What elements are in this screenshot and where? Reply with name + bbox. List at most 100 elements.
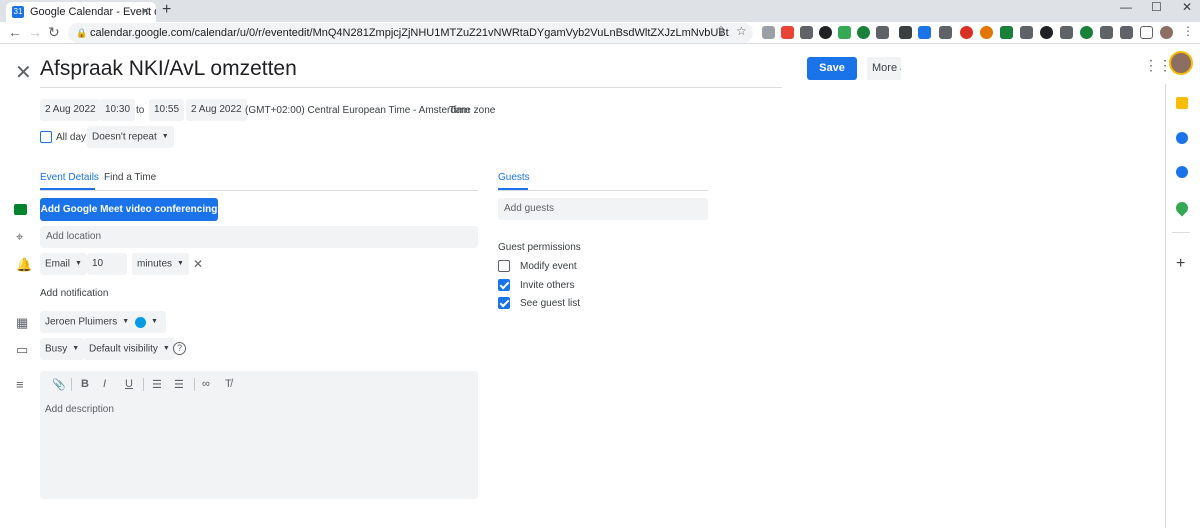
phone-extension-icon[interactable] (838, 26, 851, 39)
rail-divider (1172, 232, 1190, 233)
chevron-down-icon: ▼ (177, 260, 184, 267)
start-date-field[interactable]: 2 Aug 2022 (40, 99, 101, 121)
chevron-down-icon: ▼ (72, 345, 80, 352)
visibility-dropdown[interactable]: Default visibility ▼ (84, 338, 175, 360)
extension-icon[interactable] (918, 26, 931, 39)
add-meet-button[interactable]: Add Google Meet video conferencing (40, 198, 218, 221)
modify-event-checkbox[interactable] (498, 260, 510, 272)
extension-icon[interactable] (1100, 26, 1113, 39)
start-time-field[interactable]: 10:30 (100, 99, 136, 121)
bulleted-list-icon[interactable]: ☰ (174, 378, 184, 391)
guests-tab-divider (498, 190, 708, 191)
italic-icon[interactable]: I (103, 378, 106, 390)
see-guest-list-checkbox[interactable] (498, 297, 510, 309)
notification-unit-value: minutes (137, 258, 173, 270)
account-avatar[interactable] (1169, 51, 1193, 75)
chevron-down-icon: ▼ (162, 345, 170, 352)
reload-icon[interactable]: ↻ (48, 24, 60, 41)
toolbar-separator (194, 378, 195, 391)
save-button[interactable]: Save (807, 57, 857, 80)
new-tab-button[interactable]: + (162, 1, 171, 19)
keep-icon[interactable] (1176, 97, 1188, 109)
event-color-dropdown[interactable]: ▼ (130, 311, 166, 333)
calendar-owner-value: Jeroen Pluimers (45, 316, 118, 328)
puzzle-extensions-icon[interactable] (1120, 26, 1133, 39)
description-placeholder: Add description (45, 404, 114, 415)
bold-icon[interactable]: B (81, 378, 89, 390)
help-icon[interactable]: ? (173, 342, 186, 355)
clear-formatting-icon[interactable]: T̸ (225, 378, 232, 390)
contacts-icon[interactable] (1176, 166, 1188, 178)
extension-icon[interactable] (762, 26, 775, 39)
close-event-icon[interactable]: ✕ (15, 60, 32, 85)
chevron-down-icon: ▼ (161, 133, 169, 140)
window-close-icon[interactable]: ✕ (1182, 0, 1192, 14)
extension-icon[interactable] (1060, 26, 1073, 39)
browser-tab-title: Google Calendar - Event details (30, 6, 156, 18)
end-date-field[interactable]: 2 Aug 2022 (186, 99, 247, 121)
add-guests-input[interactable]: Add guests (498, 198, 708, 220)
gmail-extension-icon[interactable] (781, 26, 794, 39)
address-bar[interactable]: 🔒 calendar.google.com/calendar/u/0/r/eve… (68, 23, 753, 43)
add-addon-icon[interactable]: + (1176, 256, 1185, 272)
timezone-text: (GMT+02:00) Central European Time - Amst… (245, 105, 470, 116)
extension-icon[interactable] (980, 26, 993, 39)
browser-tab[interactable]: 31 Google Calendar - Event details ✕ (6, 2, 156, 22)
extension-icon[interactable] (1080, 26, 1093, 39)
tab-close-icon[interactable]: ✕ (141, 2, 150, 22)
back-arrow-icon[interactable]: ← (8, 24, 22, 40)
calendar-owner-dropdown[interactable]: Jeroen Pluimers ▼ (40, 311, 135, 333)
profile-avatar[interactable] (1160, 26, 1173, 39)
tab-event-details[interactable]: Event Details (40, 172, 99, 183)
extension-icon[interactable] (800, 26, 813, 39)
end-time-field[interactable]: 10:55 (149, 99, 185, 121)
notification-unit-dropdown[interactable]: minutes ▼ (132, 253, 189, 275)
extension-icon[interactable] (857, 26, 870, 39)
bookmark-star-icon[interactable]: ☆ (736, 24, 747, 38)
apps-grid-icon[interactable]: ⋮⋮ (1144, 58, 1172, 72)
search-extension-icon[interactable] (1040, 26, 1053, 39)
forward-arrow-icon[interactable]: → (28, 24, 42, 40)
extension-icon[interactable] (1020, 26, 1033, 39)
tasks-icon[interactable] (1176, 132, 1188, 144)
add-notification-link[interactable]: Add notification (40, 288, 108, 299)
notification-value-input[interactable]: 10 (87, 253, 127, 275)
timezone-button[interactable]: Time zone (449, 105, 495, 116)
see-guest-list-label: See guest list (520, 298, 581, 309)
modify-event-label: Modify event (520, 261, 577, 272)
chrome-menu-icon[interactable]: ⋮ (1182, 24, 1194, 38)
google-meet-icon (14, 204, 27, 215)
address-bar-row: ← → ↻ 🔒 calendar.google.com/calendar/u/0… (0, 22, 1200, 44)
repeat-dropdown[interactable]: Doesn't repeat ▼ (87, 126, 174, 148)
chevron-down-icon: ▼ (75, 260, 82, 267)
browser-tab-strip: 31 Google Calendar - Event details ✕ + —… (0, 0, 1200, 22)
extension-icon[interactable] (939, 26, 952, 39)
notification-type-dropdown[interactable]: Email ▼ (40, 253, 87, 275)
invite-others-checkbox[interactable] (498, 279, 510, 291)
all-day-checkbox[interactable] (40, 131, 52, 143)
extension-icon[interactable] (876, 26, 889, 39)
side-panel-icon[interactable] (1140, 26, 1153, 39)
busy-dropdown[interactable]: Busy ▼ (40, 338, 85, 360)
remove-notification-icon[interactable]: ✕ (193, 258, 203, 270)
search-extension-icon[interactable] (819, 26, 832, 39)
description-editor[interactable] (40, 371, 478, 499)
event-title-input[interactable]: Afspraak NKI/AvL omzetten (40, 57, 782, 88)
location-pin-icon: ⌖ (16, 229, 24, 244)
maximize-icon[interactable]: ☐ (1151, 0, 1162, 14)
minimize-icon[interactable]: — (1120, 0, 1132, 14)
attachment-icon[interactable]: 📎 (52, 378, 66, 391)
link-icon[interactable]: ∞ (202, 378, 210, 390)
location-input[interactable]: Add location (40, 226, 478, 248)
extension-icon[interactable] (1000, 26, 1013, 39)
extension-icon[interactable] (899, 26, 912, 39)
toolbar-separator (143, 378, 144, 391)
tab-find-a-time[interactable]: Find a Time (104, 172, 156, 183)
extension-icon[interactable] (960, 26, 973, 39)
visibility-value: Default visibility (89, 343, 158, 355)
underline-icon[interactable]: U (125, 378, 133, 390)
numbered-list-icon[interactable]: ☰ (152, 378, 162, 391)
more-actions-button[interactable]: More actions (867, 57, 901, 80)
share-icon[interactable]: ⇪ (716, 24, 726, 38)
tab-guests[interactable]: Guests (498, 172, 530, 183)
